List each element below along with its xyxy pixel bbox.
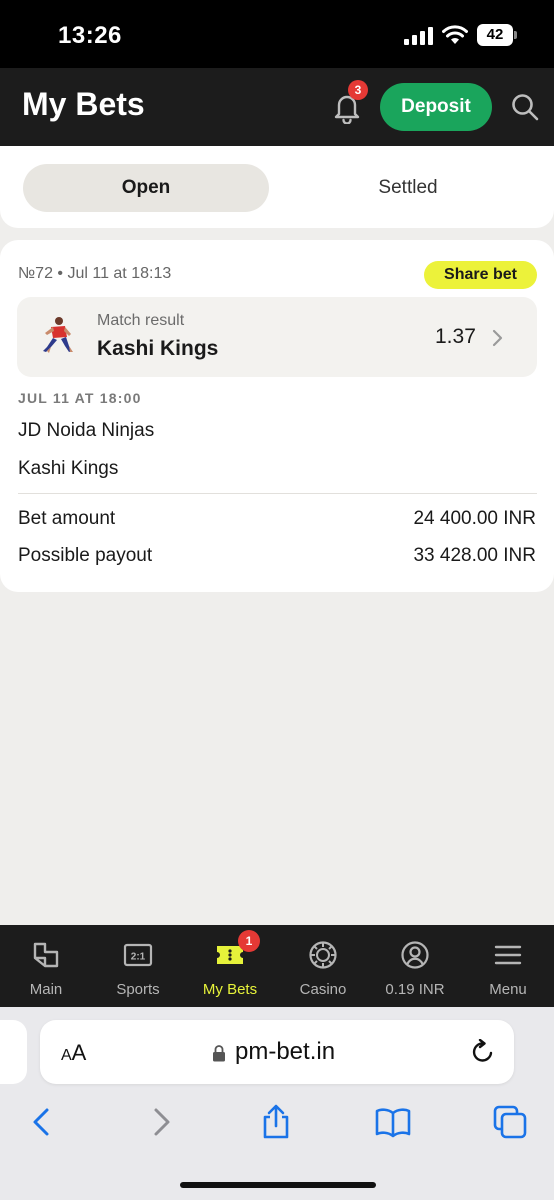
market-label: Match result bbox=[97, 312, 185, 329]
reload-icon[interactable] bbox=[470, 1039, 496, 1065]
forward-icon[interactable] bbox=[143, 1104, 179, 1140]
search-icon[interactable] bbox=[510, 92, 540, 122]
nav-item-menu[interactable]: Menu bbox=[462, 925, 554, 1007]
payout-label: Possible payout bbox=[18, 545, 153, 566]
payout-value: 33 428.00 INR bbox=[413, 545, 536, 566]
bet-amount-label: Bet amount bbox=[18, 508, 116, 529]
nav-label-casino: Casino bbox=[299, 981, 347, 998]
back-icon[interactable] bbox=[24, 1104, 60, 1140]
selection-name: Kashi Kings bbox=[97, 337, 219, 360]
sports-icon: 2:1 bbox=[123, 943, 153, 967]
battery-icon: 42 bbox=[477, 24, 517, 46]
app-header: My Bets 3 Deposit bbox=[0, 68, 554, 146]
lock-icon bbox=[213, 1045, 225, 1062]
url-text: pm-bet.in bbox=[235, 1038, 336, 1065]
bookmarks-icon[interactable] bbox=[375, 1104, 411, 1140]
deposit-button[interactable]: Deposit bbox=[380, 83, 492, 131]
team-away: Kashi Kings bbox=[18, 458, 119, 479]
bet-selection[interactable]: Match result Kashi Kings 1.37 bbox=[17, 297, 537, 377]
text-size-button[interactable]: AA bbox=[61, 1040, 86, 1066]
tabs-icon[interactable] bbox=[492, 1104, 528, 1140]
nav-item-sports[interactable]: 2:1 Sports bbox=[92, 925, 184, 1007]
status-bar: 13:26 42 bbox=[0, 0, 554, 68]
my-bets-badge: 1 bbox=[238, 930, 260, 952]
battery-level: 42 bbox=[477, 24, 513, 46]
previous-tab-preview[interactable] bbox=[0, 1020, 27, 1084]
odds-value: 1.37 bbox=[435, 325, 476, 348]
bet-meta: №72 • Jul 11 at 18:13 bbox=[18, 265, 172, 282]
hamburger-icon bbox=[494, 945, 522, 965]
casino-chip-icon bbox=[309, 941, 337, 969]
address-bar[interactable]: AA pm-bet.in bbox=[40, 1020, 514, 1084]
tab-settled[interactable]: Settled bbox=[285, 164, 531, 212]
cellular-signal-icon bbox=[404, 27, 433, 45]
bottom-nav: Main 2:1 Sports 1 My Bets Casino 0.19 IN… bbox=[0, 925, 554, 1007]
nav-item-casino[interactable]: Casino bbox=[277, 925, 369, 1007]
svg-text:2:1: 2:1 bbox=[131, 952, 146, 963]
share-icon[interactable] bbox=[258, 1104, 294, 1140]
nav-item-my-bets[interactable]: 1 My Bets bbox=[184, 925, 276, 1007]
chevron-right-icon bbox=[492, 329, 503, 347]
bets-tabs: Open Settled bbox=[0, 146, 554, 228]
bet-amount-value: 24 400.00 INR bbox=[413, 508, 536, 529]
main-icon bbox=[33, 942, 59, 968]
tab-open[interactable]: Open bbox=[23, 164, 269, 212]
event-date: JUL 11 AT 18:00 bbox=[18, 390, 142, 406]
team-home: JD Noida Ninjas bbox=[18, 420, 155, 441]
home-indicator bbox=[180, 1182, 376, 1188]
status-time: 13:26 bbox=[58, 22, 122, 49]
bet-card[interactable]: №72 • Jul 11 at 18:13 Share bet Match re… bbox=[0, 240, 554, 592]
nav-label-my-bets: My Bets bbox=[202, 981, 258, 998]
notification-badge: 3 bbox=[348, 80, 368, 100]
nav-item-balance[interactable]: 0.19 INR bbox=[369, 925, 461, 1007]
profile-icon bbox=[401, 941, 429, 969]
kabaddi-player-icon bbox=[43, 317, 73, 353]
nav-label-main: Main bbox=[29, 981, 63, 998]
divider bbox=[18, 493, 537, 494]
page-title: My Bets bbox=[22, 86, 145, 122]
nav-label-balance: 0.19 INR bbox=[385, 981, 445, 998]
nav-label-sports: Sports bbox=[116, 981, 160, 998]
browser-chrome: AA pm-bet.in bbox=[0, 1007, 554, 1200]
nav-label-menu: Menu bbox=[489, 981, 527, 998]
wifi-icon bbox=[442, 25, 468, 44]
share-bet-button[interactable]: Share bet bbox=[424, 261, 537, 289]
nav-item-main[interactable]: Main bbox=[0, 925, 92, 1007]
